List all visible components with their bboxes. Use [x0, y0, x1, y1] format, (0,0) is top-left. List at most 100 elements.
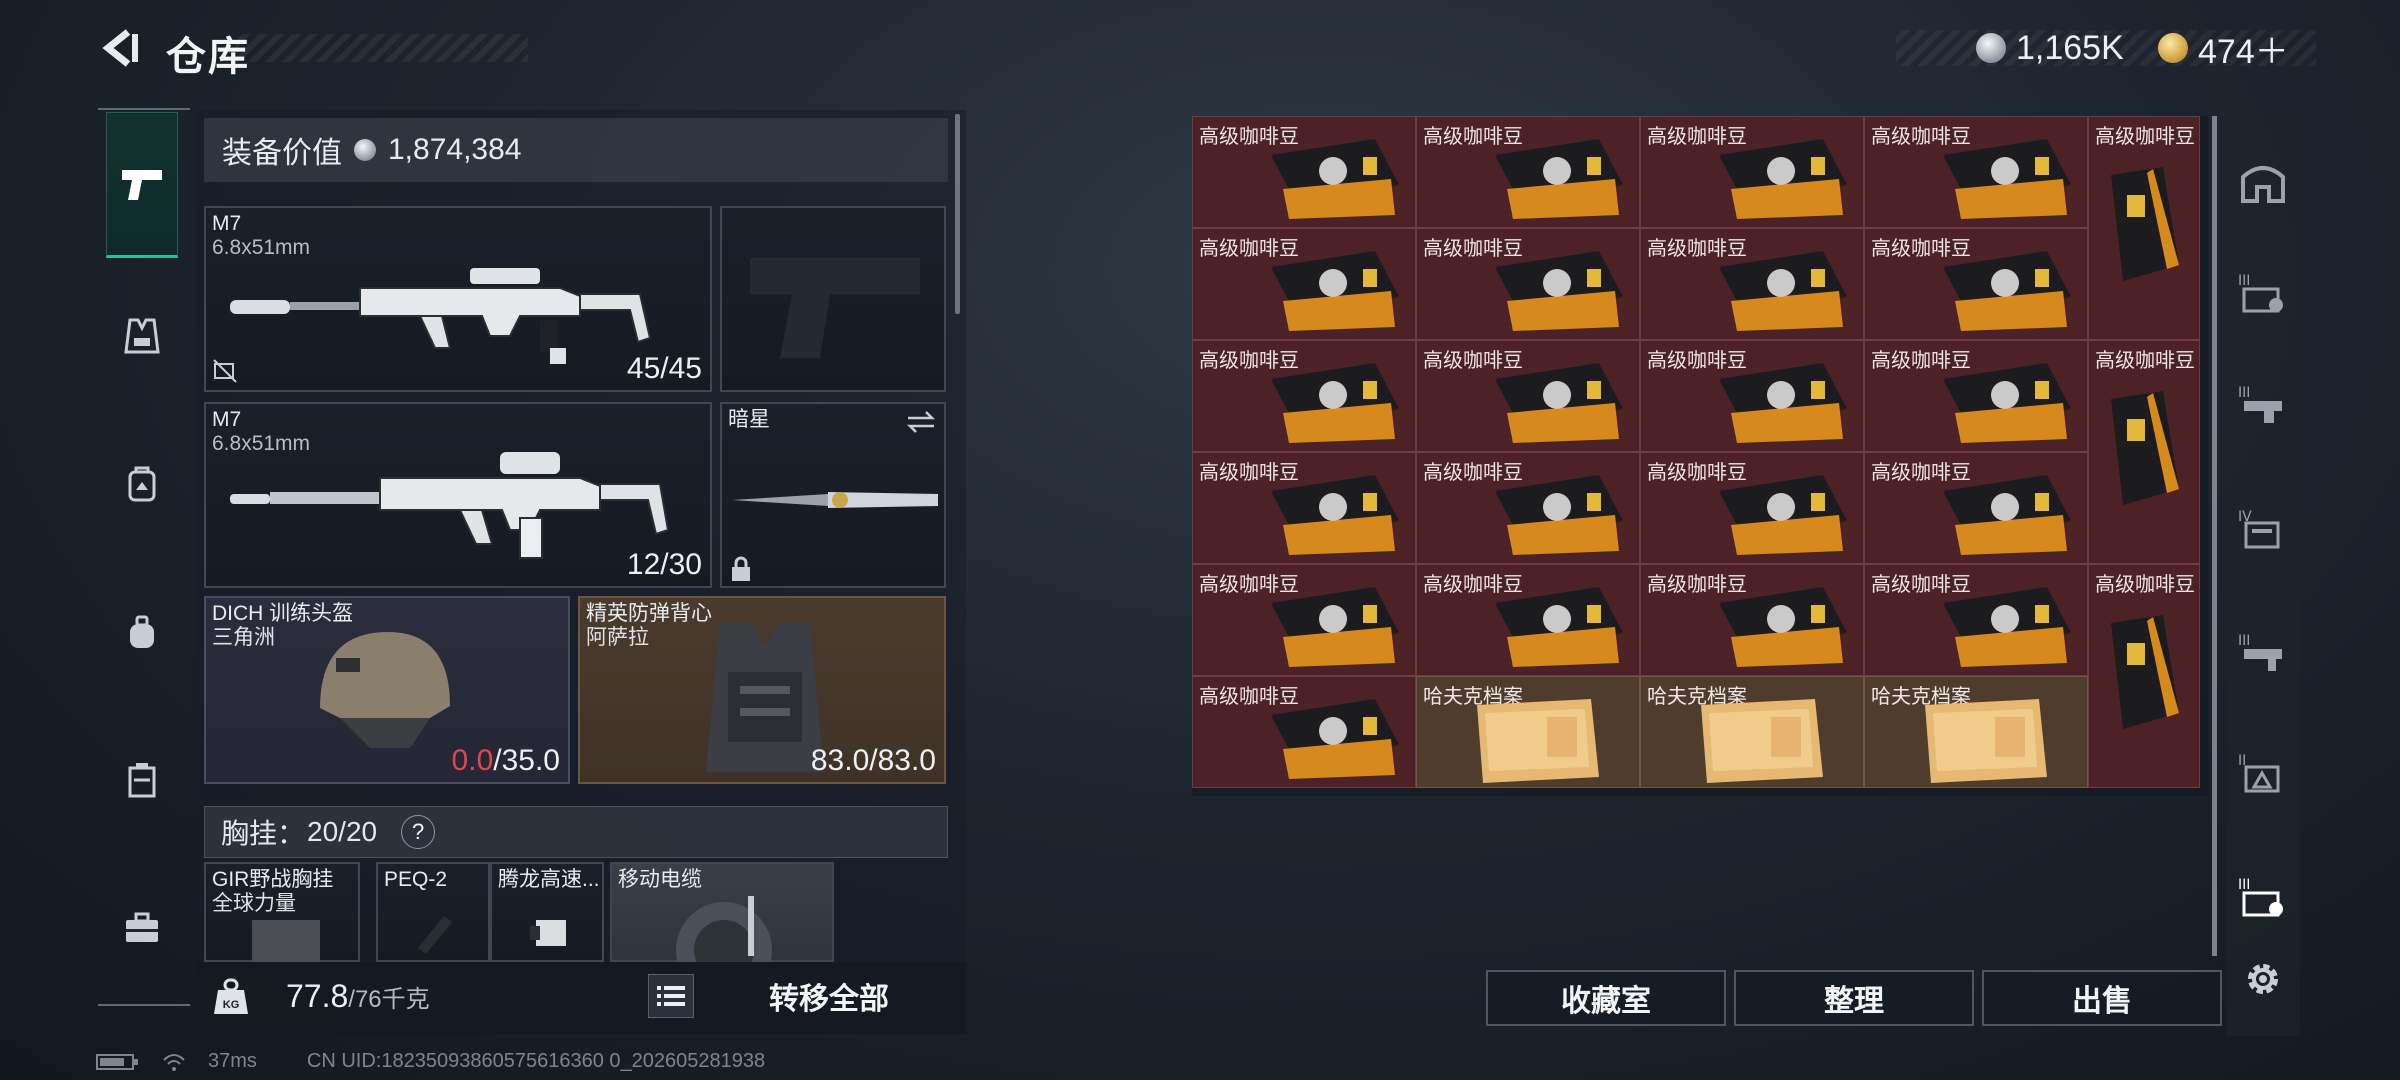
coffee-bag-image — [1495, 363, 1623, 443]
weight-kg-icon: KG — [214, 978, 248, 1014]
peq2-image — [418, 916, 452, 954]
item-label: 高级咖啡豆 — [2095, 574, 2195, 596]
bag-icon — [130, 615, 154, 648]
storage-item-coffee[interactable]: 高级咖啡豆 — [1192, 116, 1416, 228]
settings-button[interactable] — [2228, 934, 2298, 1024]
storage-item-case-file[interactable]: 哈夫克档案 — [1864, 676, 2088, 788]
storage-item-coffee[interactable]: 高级咖啡豆 — [1864, 116, 2088, 228]
storage-item-coffee[interactable]: 高级咖啡豆 — [1864, 564, 2088, 676]
storage-tab-4[interactable]: IV — [2228, 484, 2298, 574]
chest-rig-image — [252, 920, 320, 962]
storage-item-coffee[interactable]: 高级咖啡豆 — [1192, 228, 1416, 340]
coffee-bag-image — [1719, 363, 1847, 443]
storage-item-case-file[interactable]: 哈夫克档案 — [1416, 676, 1640, 788]
coffee-bag-image — [1495, 251, 1623, 331]
storage-item-coffee[interactable]: 高级咖啡豆 — [1640, 228, 1864, 340]
storage-item-coffee[interactable]: 高级咖啡豆 — [1192, 452, 1416, 564]
storage-tab-6[interactable]: II — [2228, 728, 2298, 818]
chest-rig-bar: 胸挂： 20/20 ? — [204, 806, 948, 858]
cable-reel-image — [676, 896, 772, 962]
storage-item-coffee-large[interactable]: 高级咖啡豆 — [2088, 340, 2200, 564]
storage-item-coffee[interactable]: 高级咖啡豆 — [1416, 340, 1640, 452]
case-file-image — [1477, 699, 1599, 783]
mobile-cable-slot[interactable]: 移动电缆 — [610, 862, 834, 962]
primary-weapon-slot-2[interactable]: M7 6.8x51mm 12/30 — [204, 402, 712, 588]
backpack-icon — [128, 466, 156, 502]
storage-tab-7-active[interactable]: III — [2228, 852, 2298, 942]
storage-tab-2[interactable]: III — [2228, 248, 2298, 338]
coffee-bag-image — [1271, 139, 1399, 219]
chest-rig-sub: 全球力量 — [212, 892, 296, 915]
storage-item-coffee[interactable]: 高级咖啡豆 — [1416, 564, 1640, 676]
silver-coin-icon — [1976, 33, 2006, 63]
rail-tab-armor[interactable] — [106, 300, 178, 372]
storage-item-coffee[interactable]: 高级咖啡豆 — [1864, 340, 2088, 452]
gold-currency[interactable]: 474＋ — [2158, 26, 2289, 71]
storage-page-icon: III — [2238, 385, 2282, 423]
help-icon[interactable]: ? — [401, 815, 436, 849]
transfer-all-button[interactable]: 转移全部 — [704, 970, 954, 1022]
svg-text:III: III — [2238, 385, 2250, 401]
coffee-bag-image — [1943, 139, 2071, 219]
storage-item-coffee[interactable]: 高级咖啡豆 — [1192, 676, 1416, 788]
rail-tab-container[interactable] — [106, 744, 178, 816]
item-label: 高级咖啡豆 — [2095, 350, 2195, 372]
melee-slot[interactable]: 暗星 — [720, 402, 946, 588]
battery-icon — [96, 1053, 138, 1070]
helmet-slot[interactable]: DICH 训练头盔 三角洲 0.0/35.0 — [204, 596, 570, 784]
coffee-bag-image — [1943, 251, 2071, 331]
rail-tab-bag[interactable] — [106, 596, 178, 668]
rail-tab-weapons[interactable] — [106, 112, 178, 258]
helmet-image — [320, 632, 450, 748]
attachment-slot-peq2[interactable]: PEQ-2 — [376, 862, 490, 962]
storage-item-coffee[interactable]: 高级咖啡豆 — [1416, 116, 1640, 228]
storage-item-coffee[interactable]: 高级咖啡豆 — [1416, 452, 1640, 564]
armor-name: 精英防弹背心 — [586, 602, 712, 625]
storage-item-coffee[interactable]: 高级咖啡豆 — [1640, 452, 1864, 564]
back-button[interactable] — [98, 26, 142, 70]
storage-tab-5[interactable]: III — [2228, 608, 2298, 698]
storage-item-coffee[interactable]: 高级咖啡豆 — [1192, 564, 1416, 676]
pistol-slot-empty[interactable] — [720, 206, 946, 392]
rail-top-divider — [98, 108, 190, 110]
attachment-slot-tenglong[interactable]: 腾龙高速... — [490, 862, 604, 962]
collection-room-button[interactable]: 收藏室 — [1486, 970, 1726, 1026]
list-view-button[interactable] — [648, 974, 694, 1018]
storage-item-coffee[interactable]: 高级咖啡豆 — [1640, 116, 1864, 228]
storage-tab-3[interactable]: III — [2228, 360, 2298, 450]
gear-icon — [2248, 964, 2278, 994]
chest-rig-slot[interactable]: GIR野战胸挂 全球力量 — [204, 862, 360, 962]
attachment-name: PEQ-2 — [384, 868, 448, 891]
coffee-bag-tall-image — [2111, 167, 2179, 281]
storage-scrollbar[interactable] — [2212, 116, 2217, 956]
equipment-value-label: 装备价值 — [222, 137, 342, 170]
rail-tab-toolbox[interactable] — [106, 892, 178, 964]
storage-item-coffee-large[interactable]: 高级咖啡豆 — [2088, 116, 2200, 340]
helmet-durability-max: /35.0 — [493, 744, 560, 777]
vest-icon — [124, 318, 160, 354]
storage-item-coffee[interactable]: 高级咖啡豆 — [1192, 340, 1416, 452]
rail-tab-backpack[interactable] — [106, 448, 178, 520]
storage-item-coffee[interactable]: 高级咖啡豆 — [1640, 340, 1864, 452]
primary-weapon-slot-1[interactable]: M7 6.8x51mm 45/45 — [204, 206, 712, 392]
svg-text:III: III — [2238, 877, 2250, 893]
storage-item-coffee[interactable]: 高级咖啡豆 — [1864, 452, 2088, 564]
organize-button[interactable]: 整理 — [1734, 970, 1974, 1026]
storage-item-coffee[interactable]: 高级咖啡豆 — [1416, 228, 1640, 340]
helmet-durability: 0.0/35.0 — [452, 744, 560, 778]
equipment-value-bar: 装备价值 1,874,384 — [204, 118, 948, 182]
swap-icon[interactable] — [906, 410, 936, 434]
silver-currency[interactable]: 1,165K — [1976, 26, 2124, 70]
storage-page-icon: II — [2238, 753, 2280, 793]
storage-item-coffee-large[interactable]: 高级咖啡豆 — [2088, 564, 2200, 788]
equipment-scrollbar[interactable] — [955, 114, 960, 314]
storage-grid: 高级咖啡豆 高级咖啡豆 高级咖啡豆 高级咖啡豆 高级咖啡豆 高级咖啡豆 高级咖啡豆 高级咖啡豆… — [1192, 116, 2208, 796]
sell-button[interactable]: 出售 — [1982, 970, 2222, 1026]
carry-weight-max: /76千克 — [348, 986, 430, 1013]
storage-item-coffee[interactable]: 高级咖啡豆 — [1640, 564, 1864, 676]
storage-item-case-file[interactable]: 哈夫克档案 — [1640, 676, 1864, 788]
armor-slot[interactable]: 精英防弹背心 阿萨拉 83.0/83.0 — [578, 596, 946, 784]
storage-tab-home[interactable] — [2228, 136, 2298, 226]
storage-item-coffee[interactable]: 高级咖啡豆 — [1864, 228, 2088, 340]
melee-name: 暗星 — [728, 408, 770, 431]
